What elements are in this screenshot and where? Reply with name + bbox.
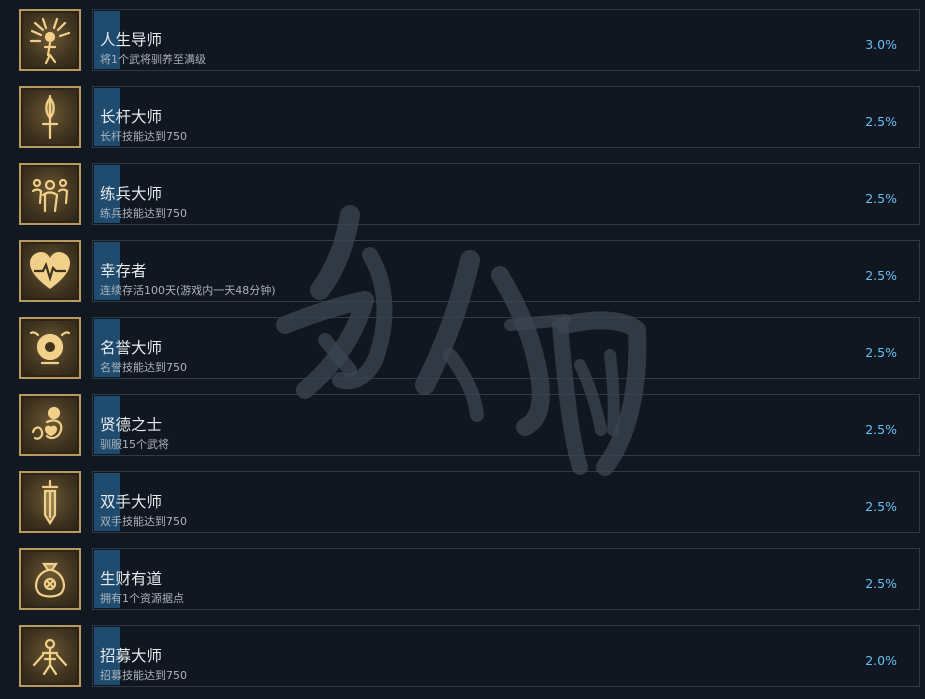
achievement-panel: 人生导师 将1个武将驯养至满级 3.0%: [92, 9, 920, 71]
troops-icon: [19, 163, 81, 225]
achievement-title: 长杆大师: [100, 108, 163, 126]
achievement-description: 将1个武将驯养至满级: [100, 53, 206, 66]
achievement-row: 人生导师 将1个武将驯养至满级 3.0%: [0, 9, 925, 75]
achievement-panel: 生财有道 拥有1个资源据点 2.5%: [92, 548, 920, 610]
unlock-percentage: 2.5%: [865, 499, 897, 514]
unlock-percentage: 2.5%: [865, 268, 897, 283]
unlock-percentage: 2.5%: [865, 191, 897, 206]
achievement-panel: 贤德之士 驯服15个武将 2.5%: [92, 394, 920, 456]
achievement-title: 人生导师: [100, 31, 163, 49]
achievement-row: 练兵大师 练兵技能达到750 2.5%: [0, 163, 925, 229]
achievement-panel: 幸存者 连续存活100天(游戏内一天48分钟) 2.5%: [92, 240, 920, 302]
achievement-title: 生财有道: [100, 570, 163, 588]
achievement-title: 幸存者: [100, 262, 147, 280]
achievement-description: 长杆技能达到750: [100, 130, 187, 143]
achievement-title: 贤德之士: [100, 416, 163, 434]
achievement-panel: 双手大师 双手技能达到750 2.5%: [92, 471, 920, 533]
achievement-description: 驯服15个武将: [100, 438, 169, 451]
achievement-title: 双手大师: [100, 493, 163, 511]
achievement-title: 练兵大师: [100, 185, 163, 203]
achievement-row: 名誉大师 名誉技能达到750 2.5%: [0, 317, 925, 383]
achievement-title: 名誉大师: [100, 339, 163, 357]
unlock-percentage: 2.5%: [865, 576, 897, 591]
heart-icon: [19, 240, 81, 302]
achievement-description: 拥有1个资源据点: [100, 592, 184, 605]
achievement-panel: 名誉大师 名誉技能达到750 2.5%: [92, 317, 920, 379]
unlock-percentage: 2.0%: [865, 653, 897, 668]
recruit-icon: [19, 625, 81, 687]
money-bag-icon: [19, 548, 81, 610]
mentor-icon: [19, 9, 81, 71]
achievement-description: 双手技能达到750: [100, 515, 187, 528]
achievement-row: 招募大师 招募技能达到750 2.0%: [0, 625, 925, 691]
achievement-description: 练兵技能达到750: [100, 207, 187, 220]
unlock-percentage: 2.5%: [865, 114, 897, 129]
achievement-panel: 长杆大师 长杆技能达到750 2.5%: [92, 86, 920, 148]
unlock-percentage: 2.5%: [865, 422, 897, 437]
achievement-row: 贤德之士 驯服15个武将 2.5%: [0, 394, 925, 460]
unlock-percentage: 2.5%: [865, 345, 897, 360]
achievement-description: 名誉技能达到750: [100, 361, 187, 374]
renown-icon: [19, 317, 81, 379]
achievement-description: 招募技能达到750: [100, 669, 187, 682]
achievement-panel: 练兵大师 练兵技能达到750 2.5%: [92, 163, 920, 225]
two-handed-sword-icon: [19, 471, 81, 533]
achievement-row: 生财有道 拥有1个资源据点 2.5%: [0, 548, 925, 614]
virtue-icon: [19, 394, 81, 456]
achievement-row: 长杆大师 长杆技能达到750 2.5%: [0, 86, 925, 152]
achievement-panel: 招募大师 招募技能达到750 2.0%: [92, 625, 920, 687]
polearm-icon: [19, 86, 81, 148]
achievement-description: 连续存活100天(游戏内一天48分钟): [100, 284, 276, 297]
achievement-row: 双手大师 双手技能达到750 2.5%: [0, 471, 925, 537]
unlock-percentage: 3.0%: [865, 37, 897, 52]
achievement-row: 幸存者 连续存活100天(游戏内一天48分钟) 2.5%: [0, 240, 925, 306]
achievement-title: 招募大师: [100, 647, 163, 665]
